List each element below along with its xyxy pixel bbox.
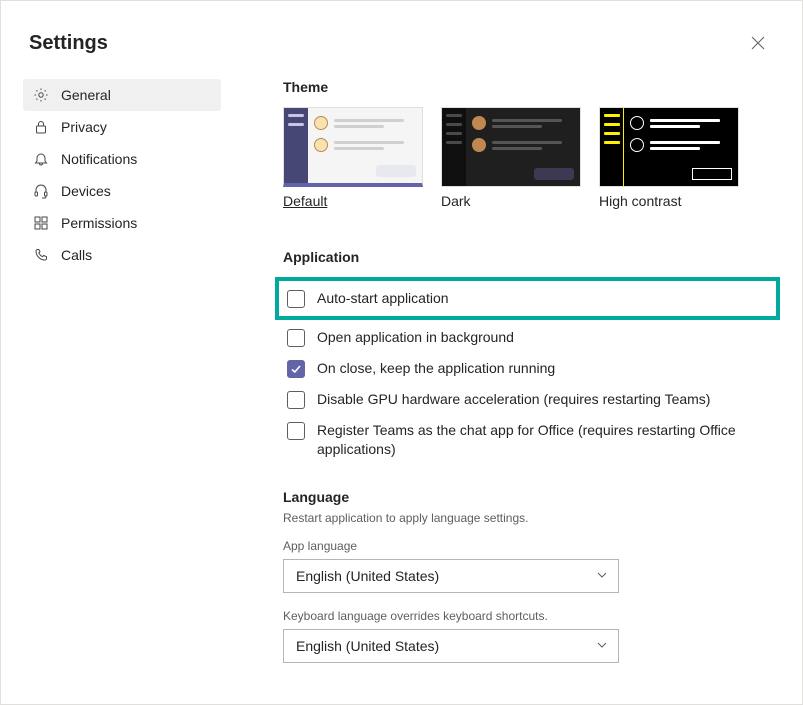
- close-icon: [751, 36, 765, 50]
- select-value: English (United States): [296, 568, 439, 584]
- select-value: English (United States): [296, 638, 439, 654]
- checkbox-row-disable-gpu[interactable]: Disable GPU hardware acceleration (requi…: [283, 384, 772, 415]
- checkbox-row-auto-start[interactable]: Auto-start application: [275, 277, 780, 320]
- keyboard-language-label: Keyboard language overrides keyboard sho…: [283, 609, 772, 623]
- headset-icon: [33, 183, 49, 199]
- sidebar: General Privacy Notifications Devices Pe…: [23, 79, 221, 679]
- bell-icon: [33, 151, 49, 167]
- close-button[interactable]: [742, 27, 774, 59]
- sidebar-item-label: Permissions: [61, 215, 137, 231]
- checkbox[interactable]: [287, 391, 305, 409]
- checkbox-row-open-background[interactable]: Open application in background: [283, 322, 772, 353]
- theme-option-high-contrast[interactable]: High contrast: [599, 107, 739, 209]
- theme-preview-dark: [441, 107, 581, 187]
- theme-option-dark[interactable]: Dark: [441, 107, 581, 209]
- language-hint: Restart application to apply language se…: [283, 511, 772, 525]
- checkbox-label: On close, keep the application running: [317, 359, 555, 378]
- sidebar-item-permissions[interactable]: Permissions: [23, 207, 221, 239]
- application-section-title: Application: [283, 249, 772, 265]
- theme-label: Default: [283, 193, 423, 209]
- page-title: Settings: [29, 32, 108, 55]
- sidebar-item-privacy[interactable]: Privacy: [23, 111, 221, 143]
- checkbox-label: Disable GPU hardware acceleration (requi…: [317, 390, 710, 409]
- theme-label: Dark: [441, 193, 581, 209]
- theme-preview-high-contrast: [599, 107, 739, 187]
- sidebar-item-label: General: [61, 87, 111, 103]
- checkbox-label: Register Teams as the chat app for Offic…: [317, 421, 768, 459]
- lock-icon: [33, 119, 49, 135]
- app-language-label: App language: [283, 539, 772, 553]
- checkbox-label: Auto-start application: [317, 289, 449, 308]
- sidebar-item-devices[interactable]: Devices: [23, 175, 221, 207]
- theme-section-title: Theme: [283, 79, 772, 95]
- apps-icon: [33, 215, 49, 231]
- sidebar-item-label: Notifications: [61, 151, 137, 167]
- sidebar-item-label: Privacy: [61, 119, 107, 135]
- sidebar-item-label: Devices: [61, 183, 111, 199]
- checkbox-row-register-chat[interactable]: Register Teams as the chat app for Offic…: [283, 415, 772, 465]
- theme-option-default[interactable]: Default: [283, 107, 423, 209]
- language-section-title: Language: [283, 489, 772, 505]
- sidebar-item-general[interactable]: General: [23, 79, 221, 111]
- chevron-down-icon: [596, 568, 608, 584]
- sidebar-item-calls[interactable]: Calls: [23, 239, 221, 271]
- checkbox[interactable]: [287, 290, 305, 308]
- check-icon: [290, 363, 302, 375]
- sidebar-item-notifications[interactable]: Notifications: [23, 143, 221, 175]
- checkbox[interactable]: [287, 360, 305, 378]
- phone-icon: [33, 247, 49, 263]
- sidebar-item-label: Calls: [61, 247, 92, 263]
- keyboard-language-select[interactable]: English (United States): [283, 629, 619, 663]
- chevron-down-icon: [596, 638, 608, 654]
- checkbox-label: Open application in background: [317, 328, 514, 347]
- theme-label: High contrast: [599, 193, 739, 209]
- checkbox[interactable]: [287, 422, 305, 440]
- app-language-select[interactable]: English (United States): [283, 559, 619, 593]
- gear-icon: [33, 87, 49, 103]
- checkbox[interactable]: [287, 329, 305, 347]
- checkbox-row-on-close[interactable]: On close, keep the application running: [283, 353, 772, 384]
- theme-preview-default: [283, 107, 423, 187]
